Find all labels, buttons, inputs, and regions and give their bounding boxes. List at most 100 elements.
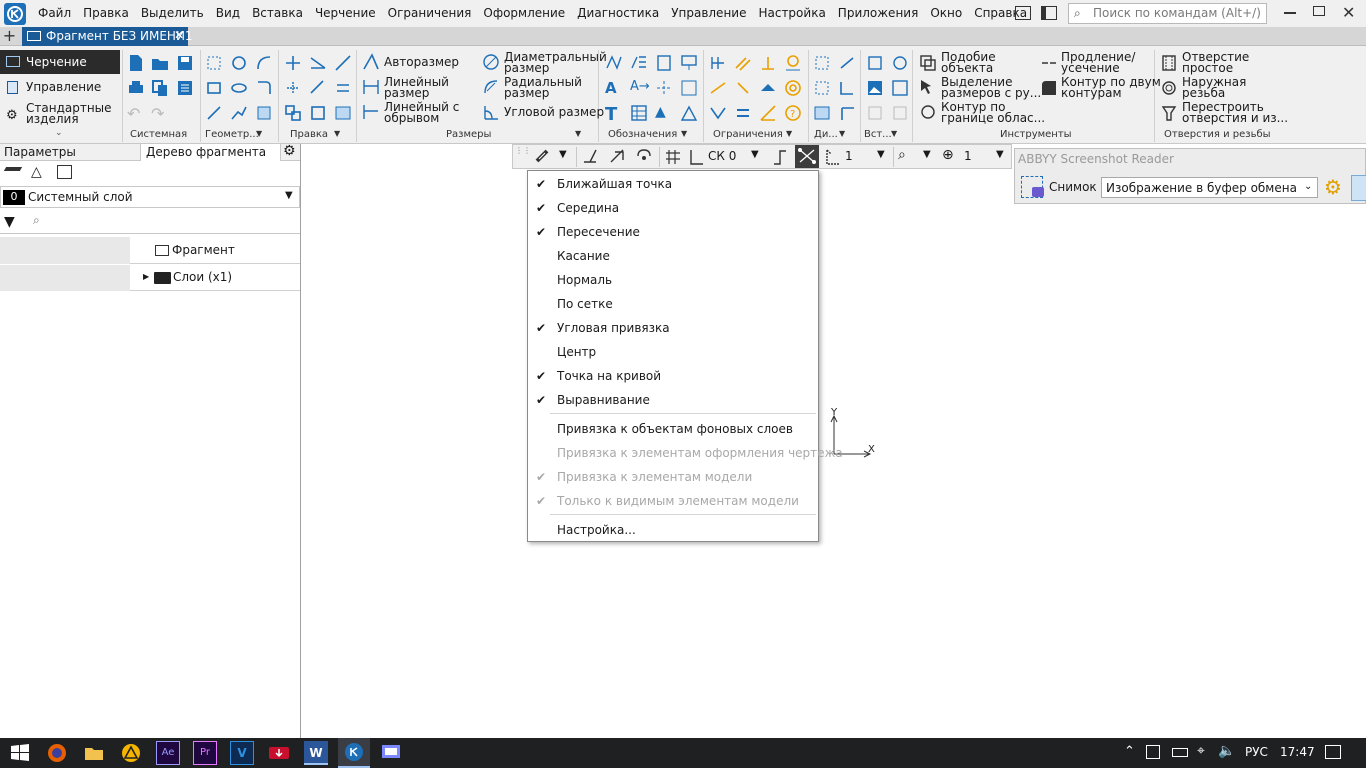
snap-item-background-layers[interactable]: Привязка к объектам фоновых слоев: [528, 417, 818, 441]
break-icon[interactable]: [334, 104, 352, 122]
rectangle-icon[interactable]: [205, 79, 223, 97]
drag-handle[interactable]: ⋮⋮: [515, 146, 531, 155]
extend-icon[interactable]: [334, 54, 352, 72]
cut-line-icon[interactable]: [680, 79, 698, 97]
group-insert-arrow[interactable]: ▼: [891, 129, 897, 143]
maximize-button[interactable]: [1313, 6, 1325, 16]
text-a-icon[interactable]: A: [605, 79, 623, 97]
menu-edit[interactable]: Правка: [77, 0, 135, 27]
abbyy-extra-button[interactable]: [1351, 175, 1366, 201]
rebuild-label2[interactable]: отверстия и из...: [1182, 112, 1288, 124]
step-dropdown-icon[interactable]: ▼: [877, 149, 885, 160]
firefox-icon[interactable]: [45, 741, 69, 765]
group-designations-arrow[interactable]: ▼: [681, 129, 687, 143]
cs-value[interactable]: СК 0: [708, 149, 736, 163]
mirror-icon[interactable]: [334, 79, 352, 97]
external-thread-icon[interactable]: [1160, 79, 1178, 97]
visio-icon[interactable]: V: [230, 741, 254, 765]
explorer-icon[interactable]: [82, 741, 106, 765]
section-icon[interactable]: ▲: [655, 104, 673, 122]
command-search[interactable]: ⌕ Поиск по командам (Alt+/): [1068, 3, 1267, 24]
menu-select[interactable]: Выделить: [135, 0, 210, 27]
menu-manage[interactable]: Управление: [665, 0, 752, 27]
tangent-icon[interactable]: [784, 54, 802, 72]
diag-icon-6[interactable]: [838, 104, 856, 122]
point-icon[interactable]: [205, 54, 223, 72]
app-triangle-icon[interactable]: [119, 741, 143, 765]
group-edit-arrow[interactable]: ▼: [334, 129, 340, 143]
undo-icon[interactable]: ↶: [127, 104, 145, 123]
mode-manage[interactable]: Управление: [0, 76, 120, 98]
auto-dimension-icon[interactable]: [362, 53, 380, 71]
mode-drawing[interactable]: Черчение: [0, 50, 120, 74]
presentation-app-icon[interactable]: [379, 741, 403, 765]
doc-tab-active[interactable]: Фрагмент БЕЗ ИМЕНИ1 ✕: [22, 27, 193, 46]
arc-icon[interactable]: [255, 54, 273, 72]
grid-icon[interactable]: [664, 148, 682, 166]
menu-drawing[interactable]: Черчение: [309, 0, 382, 27]
after-effects-icon[interactable]: Ae: [156, 741, 180, 765]
kompas-icon[interactable]: [338, 738, 370, 768]
deform-icon[interactable]: [309, 104, 327, 122]
snap-item-grid[interactable]: По сетке: [528, 292, 818, 316]
insert-icon-4[interactable]: [891, 79, 909, 97]
menu-insert[interactable]: Вставка: [246, 0, 309, 27]
diameter-dimension-icon[interactable]: [482, 53, 500, 71]
insert-icon-2[interactable]: [891, 54, 909, 72]
layout-icon[interactable]: [1015, 6, 1031, 20]
insert-image-icon[interactable]: [866, 79, 884, 97]
tray-up-icon[interactable]: ⌃: [1124, 744, 1135, 759]
menu-settings[interactable]: Настройка: [752, 0, 831, 27]
diag-icon-4[interactable]: [838, 79, 856, 97]
snapshot-icon[interactable]: [1021, 176, 1044, 198]
angle-label[interactable]: Угловой размер: [504, 106, 604, 118]
linear-dimension-icon[interactable]: [362, 78, 380, 96]
view-arrow-icon[interactable]: [680, 104, 698, 122]
new-doc-icon[interactable]: [127, 54, 145, 72]
help-constraint-icon[interactable]: ?: [784, 104, 802, 122]
diag-icon-3[interactable]: [813, 79, 831, 97]
clock[interactable]: 17:47: [1280, 745, 1315, 759]
select-dimensions-icon[interactable]: [919, 78, 937, 96]
symmetric-icon[interactable]: [709, 104, 727, 122]
zoom-window-dropdown-icon[interactable]: ▼: [923, 149, 931, 160]
snap-active-icon[interactable]: [795, 145, 819, 168]
redo-icon[interactable]: ↷: [151, 104, 169, 123]
battery-icon[interactable]: [1172, 748, 1188, 757]
menu-file[interactable]: Файл: [32, 0, 77, 27]
group-dimensions[interactable]: Размеры: [446, 129, 491, 143]
insert-icon-1[interactable]: [866, 54, 884, 72]
menu-constraints[interactable]: Ограничения: [382, 0, 478, 27]
parallel-icon[interactable]: [734, 54, 752, 72]
zoom-dropdown-icon[interactable]: ▼: [996, 149, 1004, 160]
snap-item-intersection[interactable]: ✔ Пересечение: [528, 220, 818, 244]
close-button[interactable]: ✕: [1342, 3, 1355, 22]
move-icon[interactable]: [284, 54, 302, 72]
tree-search-icon[interactable]: ⌕: [33, 213, 40, 228]
filter-icon[interactable]: ▼: [4, 214, 15, 230]
copy-icon[interactable]: [151, 79, 169, 97]
local-cs-icon[interactable]: [608, 147, 626, 165]
image-filter-icon[interactable]: [57, 165, 72, 179]
cs-dropdown-icon[interactable]: ▼: [751, 149, 759, 160]
tray-app-icon[interactable]: [1146, 745, 1160, 759]
step-cursor-icon[interactable]: [823, 148, 841, 166]
equal-icon[interactable]: [734, 104, 752, 122]
menu-window[interactable]: Окно: [924, 0, 968, 27]
zoom-window-icon[interactable]: ⌕: [898, 147, 906, 163]
perpendicular-icon[interactable]: [759, 54, 777, 72]
diag-icon-2[interactable]: [838, 54, 856, 72]
base-icon[interactable]: [630, 54, 648, 72]
close-tab-icon[interactable]: ✕: [174, 28, 184, 42]
linear-dim-label2[interactable]: размер: [384, 87, 429, 99]
select-label2[interactable]: размеров с ру...: [941, 87, 1041, 99]
extend-label2[interactable]: усечение: [1061, 62, 1120, 74]
mark-icon[interactable]: A→: [630, 79, 650, 97]
group-diag-arrow[interactable]: ▼: [839, 129, 845, 143]
diag-icon-1[interactable]: [813, 54, 831, 72]
group-constraints[interactable]: Ограничения: [713, 129, 783, 143]
radial-dimension-icon[interactable]: [482, 78, 500, 96]
volume-icon[interactable]: 🔈: [1218, 743, 1235, 759]
new-tab-button[interactable]: +: [0, 27, 19, 46]
snap-settings-item[interactable]: Настройка...: [528, 518, 818, 542]
